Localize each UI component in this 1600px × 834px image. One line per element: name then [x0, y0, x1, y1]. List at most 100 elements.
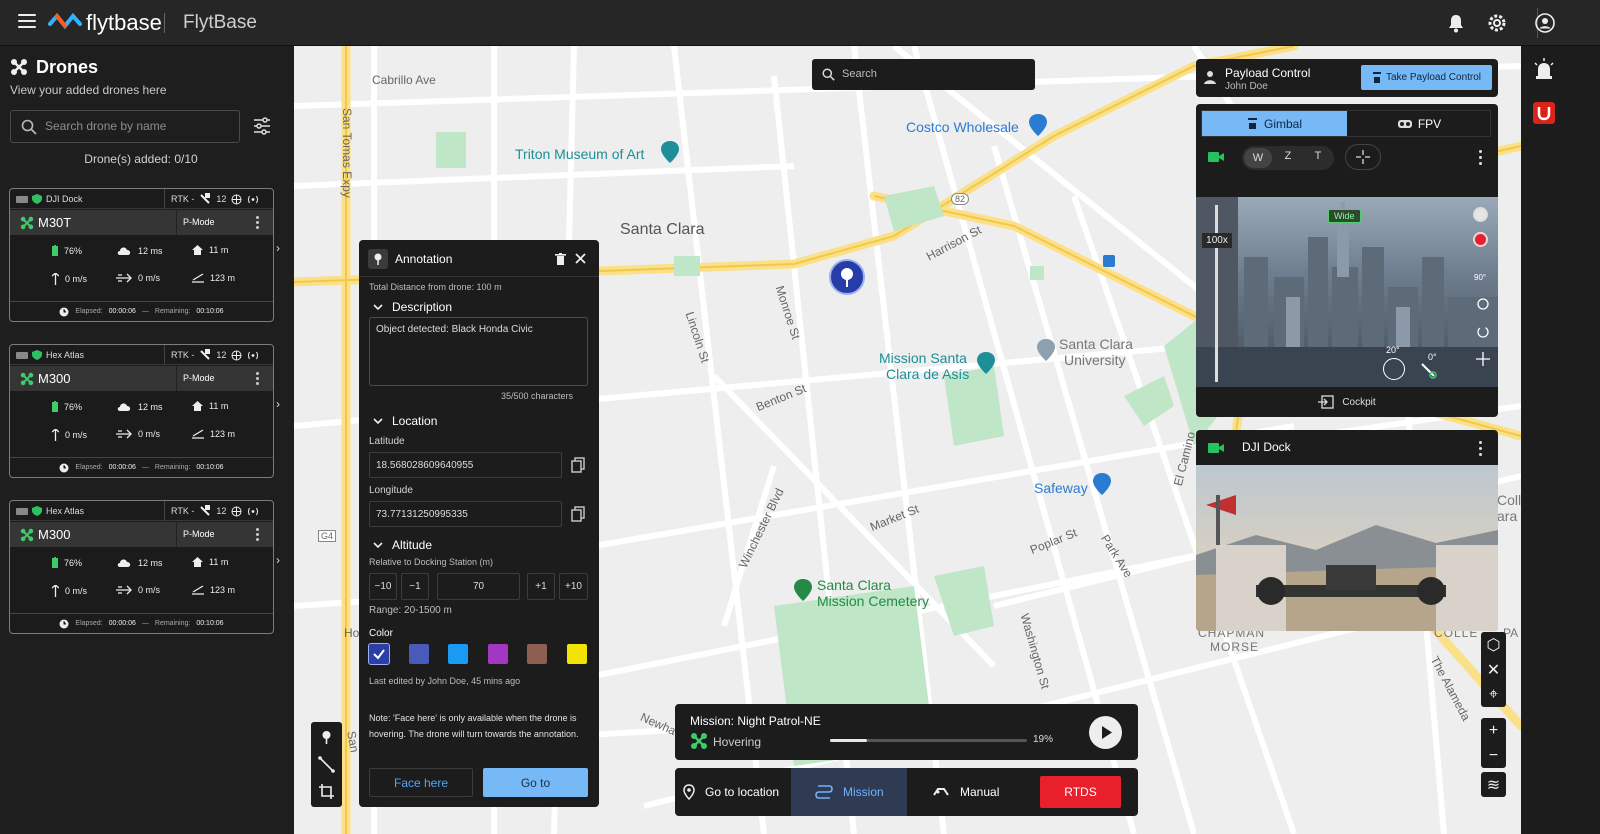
vertical-speed-stat: 0 m/s: [52, 585, 87, 597]
description-input[interactable]: [369, 317, 588, 386]
record-button[interactable]: [1473, 232, 1488, 247]
menu-icon[interactable]: [18, 14, 36, 28]
copy-icon[interactable]: [571, 506, 585, 522]
chevron-right-icon[interactable]: ›: [276, 241, 286, 255]
pin-tool-icon[interactable]: [318, 729, 335, 746]
vertical-speed-stat: 0 m/s: [52, 429, 87, 441]
filter-icon[interactable]: [252, 116, 272, 136]
description-section[interactable]: Description: [373, 300, 452, 314]
center-gimbal-button[interactable]: [1345, 144, 1381, 170]
color-swatch[interactable]: [527, 644, 547, 664]
video-camera-icon[interactable]: [1208, 442, 1224, 454]
chevron-right-icon[interactable]: ›: [276, 397, 286, 411]
zoom-zoom-button[interactable]: Z: [1274, 150, 1302, 162]
zoom-out-icon[interactable]: −: [1481, 743, 1506, 768]
alarm-icon[interactable]: [1533, 58, 1555, 80]
video-camera-icon[interactable]: [1208, 151, 1224, 163]
dock-camera-card: DJI Dock: [1196, 430, 1498, 631]
photo-shutter-button[interactable]: [1473, 207, 1488, 222]
rtds-button[interactable]: RTDS: [1040, 776, 1121, 808]
face-here-button[interactable]: Face here: [369, 768, 473, 797]
altitude-minus-10-button[interactable]: −10: [369, 573, 397, 600]
mission-mode-button[interactable]: Mission: [791, 768, 907, 816]
sidebar-title: Drones: [36, 57, 99, 77]
zoom-slider-track[interactable]: [1215, 205, 1218, 382]
line-tool-icon[interactable]: [318, 756, 335, 773]
gimbal-move-icon[interactable]: [1476, 352, 1490, 366]
satellite-count: 12: [216, 350, 227, 360]
globe-icon: [231, 506, 242, 516]
crop-tool-icon[interactable]: [318, 783, 335, 800]
play-button[interactable]: [1089, 716, 1122, 749]
copy-icon[interactable]: [571, 457, 585, 473]
take-payload-control-button[interactable]: Take Payload Control: [1361, 65, 1492, 90]
tab-gimbal[interactable]: Gimbal: [1202, 111, 1347, 136]
map-label: Santa Clara: [1059, 336, 1133, 352]
location-section[interactable]: Location: [373, 414, 437, 428]
integration-app-icon[interactable]: [1533, 102, 1555, 124]
map-search-input[interactable]: [842, 68, 1022, 80]
dock-name: DJI Dock: [46, 194, 83, 204]
bell-icon[interactable]: [1445, 12, 1467, 34]
zoom-wide-button[interactable]: W: [1244, 148, 1272, 168]
map-label: Mission Santa: [879, 350, 967, 366]
layers-icon[interactable]: ≋: [1481, 772, 1506, 797]
altitude-plus-1-button[interactable]: +1: [527, 573, 555, 600]
color-swatch[interactable]: [488, 644, 508, 664]
profile-icon[interactable]: [1534, 12, 1556, 34]
latitude-input[interactable]: [369, 452, 562, 478]
trash-icon[interactable]: [555, 253, 566, 265]
tab-fpv-label: FPV: [1417, 116, 1442, 131]
drone-card[interactable]: Hex Atlas RTK - 12 M300 P-Mode 76% 12 ms 11 m 0 …: [9, 344, 274, 478]
gimbal-camera-feed[interactable]: 100x Wide 90° 20° 0°: [1196, 197, 1498, 387]
zoom-in-icon[interactable]: +: [1481, 718, 1506, 743]
zoom-tele-button[interactable]: T: [1304, 150, 1332, 162]
horizontal-speed-icon: [116, 585, 132, 595]
cockpit-button[interactable]: Cockpit: [1196, 387, 1498, 417]
altitude-range: Range: 20-1500 m: [369, 605, 452, 616]
color-swatch[interactable]: [368, 643, 390, 665]
go-to-location-button[interactable]: Go to location: [675, 768, 790, 816]
annotation-marker[interactable]: [829, 259, 865, 295]
drone-count: Drone(s) added: 0/10: [84, 152, 198, 166]
drone-locate-icon[interactable]: ✕: [1481, 657, 1506, 682]
chevron-right-icon[interactable]: ›: [276, 553, 286, 567]
gimbal-rotate-icon[interactable]: [1476, 325, 1490, 339]
dock-camera-feed[interactable]: [1196, 465, 1498, 631]
altitude-plus-10-button[interactable]: +10: [559, 573, 588, 600]
drone-icon: [691, 733, 707, 749]
altitude-input[interactable]: 70: [437, 573, 520, 600]
close-icon[interactable]: [575, 253, 586, 264]
layer-controls: ≋: [1481, 772, 1506, 797]
gimbal-tilt-icon[interactable]: [1476, 297, 1490, 311]
cube-icon[interactable]: ⬡: [1481, 632, 1506, 657]
go-to-button[interactable]: Go to: [483, 768, 588, 797]
remaining-value: 00:10:06: [196, 620, 224, 627]
color-swatch[interactable]: [448, 644, 468, 664]
crosshair-icon[interactable]: ⌖: [1481, 682, 1506, 707]
timer-separator: —: [141, 620, 149, 627]
wide-badge: Wide: [1328, 209, 1361, 223]
more-options-icon[interactable]: [1479, 441, 1482, 456]
drone-card[interactable]: Hex Atlas RTK - 12 M300 P-Mode 76% 12 ms 11 m 0 …: [9, 500, 274, 634]
dock-name: Hex Atlas: [46, 506, 85, 516]
flight-mode: P-Mode: [176, 366, 215, 391]
more-options-icon[interactable]: [256, 528, 259, 543]
color-swatch[interactable]: [409, 644, 429, 664]
more-options-icon[interactable]: [256, 372, 259, 387]
drone-search-input[interactable]: [45, 119, 235, 133]
elapsed-value: 00:00:06: [108, 620, 136, 627]
gimbal-pitch-label: 90°: [1474, 273, 1487, 282]
manual-mode-button[interactable]: Manual: [932, 768, 1032, 816]
more-options-icon[interactable]: [256, 216, 259, 231]
mission-progress-bar: [830, 739, 1027, 742]
gear-icon[interactable]: [1486, 12, 1508, 34]
drone-card[interactable]: DJI Dock RTK - 12 M30T P-Mode 76% 12 ms 11 m 0 m…: [9, 188, 274, 322]
more-options-icon[interactable]: [1479, 150, 1482, 165]
longitude-input[interactable]: [369, 501, 562, 527]
cemetery-pin-icon: [794, 579, 812, 601]
altitude-minus-1-button[interactable]: −1: [401, 573, 429, 600]
altitude-section[interactable]: Altitude: [373, 538, 432, 552]
color-swatch[interactable]: [567, 644, 587, 664]
tab-fpv[interactable]: FPV: [1347, 111, 1492, 136]
